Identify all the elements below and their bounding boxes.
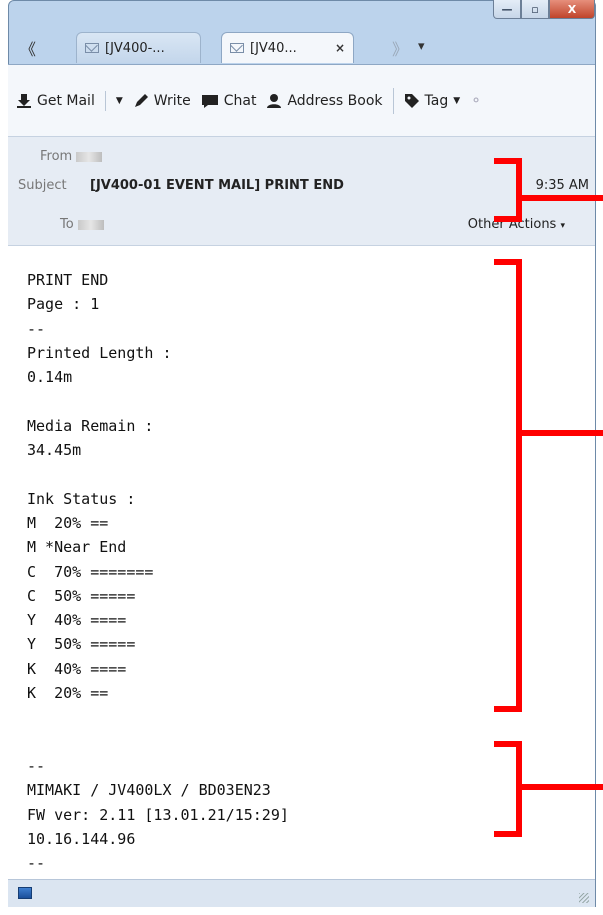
message-line: Media Remain : xyxy=(27,416,154,435)
message-line: PRINT END xyxy=(27,271,109,289)
minimize-button[interactable]: — xyxy=(493,0,521,19)
status-bar xyxy=(8,879,595,907)
redacted-recipient xyxy=(77,219,104,230)
subject-value: [JV400-01 EVENT MAIL] PRINT END xyxy=(90,178,344,193)
message-line: -- xyxy=(27,756,46,775)
envelope-icon xyxy=(230,43,244,53)
tab-close-icon[interactable]: × xyxy=(335,41,345,55)
toolbar-divider xyxy=(104,90,106,111)
message-line xyxy=(27,389,289,413)
maximize-button[interactable]: ▫ xyxy=(521,0,549,19)
tag-icon xyxy=(404,93,419,108)
address-book-button[interactable]: Address Book xyxy=(266,92,383,109)
tab-scroll-forward-icon[interactable]: 》 xyxy=(392,36,408,60)
tab-message-2[interactable]: [JV40... × xyxy=(221,32,354,63)
minimize-icon: — xyxy=(501,2,513,16)
message-text: PRINT END Page : 1 -- Printed Length : 0.14m… xyxy=(27,268,289,875)
message-line: M 20% == xyxy=(27,513,109,532)
tab-scroll-back-icon[interactable]: 《 xyxy=(20,36,36,60)
message-line: M *Near End xyxy=(27,538,127,557)
close-window-button[interactable]: X xyxy=(549,0,595,19)
tag-label: Tag xyxy=(424,92,449,109)
annotation-pointer-device xyxy=(522,784,603,790)
search-icon[interactable]: ⚬ xyxy=(470,93,482,109)
tab-message-1[interactable]: [JV400-... xyxy=(76,32,201,63)
get-mail-label: Get Mail xyxy=(37,92,95,109)
message-line: -- xyxy=(27,854,46,873)
message-line xyxy=(27,730,289,754)
message-line: C 50% ===== xyxy=(27,586,136,605)
toolbar-divider xyxy=(392,87,394,114)
tab-list-icon[interactable]: ▾ xyxy=(418,39,425,54)
subject-label: Subject xyxy=(18,178,67,193)
write-label: Write xyxy=(153,92,191,109)
annotation-bracket-status xyxy=(494,259,522,712)
message-line: C 70% ======= xyxy=(27,562,154,581)
contact-icon xyxy=(267,93,282,108)
message-line xyxy=(27,705,289,729)
from-label: From xyxy=(40,149,103,164)
address-book-label: Address Book xyxy=(287,92,383,109)
pencil-icon xyxy=(134,93,148,107)
annotation-pointer-status xyxy=(522,430,603,436)
chat-bubble-icon xyxy=(201,94,218,108)
redacted-sender xyxy=(76,151,103,162)
maximize-icon: ▫ xyxy=(531,2,539,16)
mail-toolbar: Get Mail ▼ Write Chat Address Book Tag ▼… xyxy=(8,64,595,136)
message-line: FW ver: 2.11 [13.01.21/15:29] xyxy=(27,805,289,824)
window-controls: — ▫ X xyxy=(493,0,595,20)
tag-dropdown-icon: ▼ xyxy=(453,95,461,106)
envelope-icon xyxy=(85,43,99,53)
message-line: Y 40% ==== xyxy=(27,611,127,630)
message-line: 0.14m xyxy=(27,368,73,387)
resize-grip-icon[interactable] xyxy=(579,893,589,903)
message-line: Y 50% ===== xyxy=(27,635,136,654)
message-line: Printed Length : xyxy=(27,343,172,362)
message-line: K 20% == xyxy=(27,684,109,703)
chat-label: Chat xyxy=(223,92,257,109)
get-mail-button[interactable]: Get Mail xyxy=(16,93,95,109)
annotation-pointer-header xyxy=(522,195,603,201)
tag-button[interactable]: Tag ▼ xyxy=(404,92,461,109)
write-button[interactable]: Write xyxy=(133,93,191,109)
tab-strip: 《 [JV400-... [JV40... × 》 ▾ xyxy=(8,30,595,64)
message-line: 10.16.144.96 xyxy=(27,829,136,848)
close-icon: X xyxy=(567,2,577,16)
annotation-bracket-device xyxy=(494,741,522,837)
message-line: MIMAKI / JV400LX / BD03EN23 xyxy=(27,781,271,800)
annotation-bracket-header xyxy=(494,158,522,222)
to-label: To xyxy=(60,217,104,232)
message-line: Page : 1 xyxy=(27,295,100,314)
message-line: -- xyxy=(27,319,46,338)
message-line xyxy=(27,462,289,486)
tab-label: [JV400-... xyxy=(105,40,165,56)
chat-button[interactable]: Chat xyxy=(201,92,257,109)
online-status-icon[interactable] xyxy=(18,887,32,899)
message-line: K 40% ==== xyxy=(27,659,127,678)
message-line: 34.45m xyxy=(27,441,82,460)
message-time: 9:35 AM xyxy=(535,178,589,193)
tab-label: [JV40... xyxy=(250,40,297,56)
download-icon xyxy=(17,93,31,108)
message-line: Ink Status : xyxy=(27,489,136,508)
get-mail-dropdown-icon[interactable]: ▼ xyxy=(116,96,123,106)
